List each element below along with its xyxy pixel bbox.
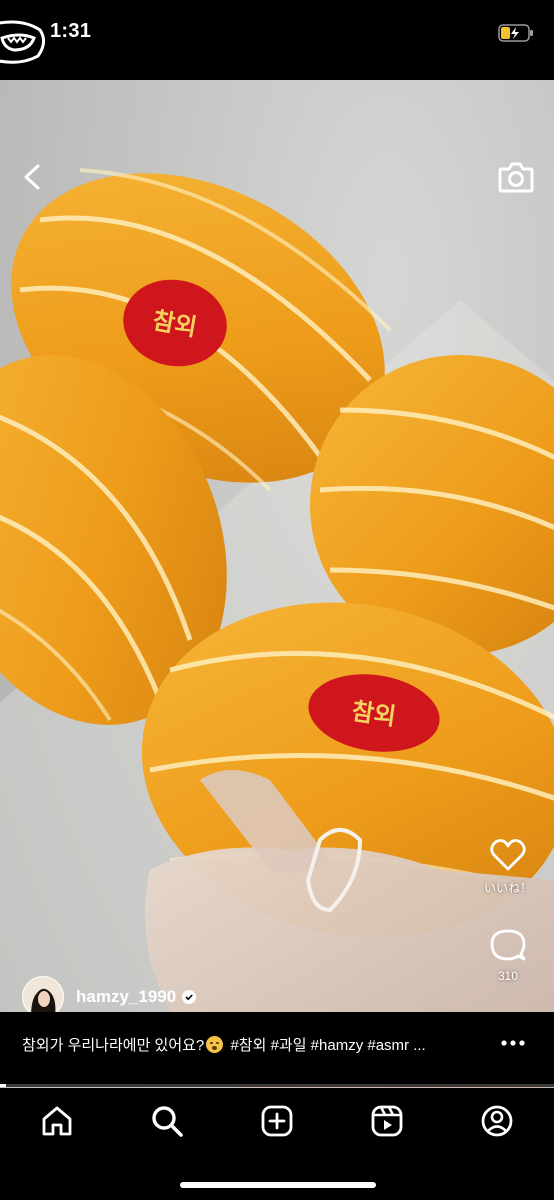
camera-icon[interactable] — [498, 160, 534, 194]
comment-bubble-icon[interactable] — [488, 925, 528, 965]
home-icon[interactable] — [40, 1104, 74, 1138]
caption[interactable]: 참외가 우리나라에만 있어요? #참외 #과일 #hamzy #asmr ... — [22, 1034, 462, 1055]
caption-hashtags[interactable]: #참외 #과일 #hamzy #asmr ... — [230, 1037, 425, 1054]
home-indicator — [180, 1182, 376, 1188]
caption-bar: 참외가 우리나라에만 있어요? #참외 #과일 #hamzy #asmr ... — [0, 1012, 554, 1084]
username[interactable]: hamzy_1990 — [76, 987, 176, 1007]
search-icon[interactable] — [150, 1104, 184, 1138]
verified-badge-icon — [182, 990, 197, 1004]
video-progress-bar[interactable] — [0, 1084, 554, 1087]
like-action: いいね！ — [470, 835, 546, 896]
reels-icon[interactable] — [370, 1104, 404, 1138]
back-chevron-icon[interactable] — [18, 162, 46, 192]
status-time: 1:31 — [50, 20, 92, 42]
status-bar: 1:31 — [0, 0, 554, 80]
heart-icon[interactable] — [488, 835, 528, 875]
caption-text: 참외가 우리나라에만 있어요? — [22, 1037, 205, 1054]
create-icon[interactable] — [260, 1104, 294, 1138]
mouth-glyph-icon — [0, 20, 45, 64]
like-label: いいね！ — [483, 881, 532, 895]
profile-icon[interactable] — [480, 1104, 514, 1138]
comment-count: 310 — [497, 969, 519, 983]
battery-charging-icon — [498, 24, 533, 42]
video-progress-fill — [0, 1084, 6, 1087]
hushed-face-emoji-icon — [206, 1036, 224, 1053]
more-options-icon[interactable] — [500, 1038, 526, 1048]
reel-video[interactable]: 참외 참외 いいね！ 310 707 — [0, 80, 554, 1088]
comment-action: 310 — [470, 925, 546, 983]
